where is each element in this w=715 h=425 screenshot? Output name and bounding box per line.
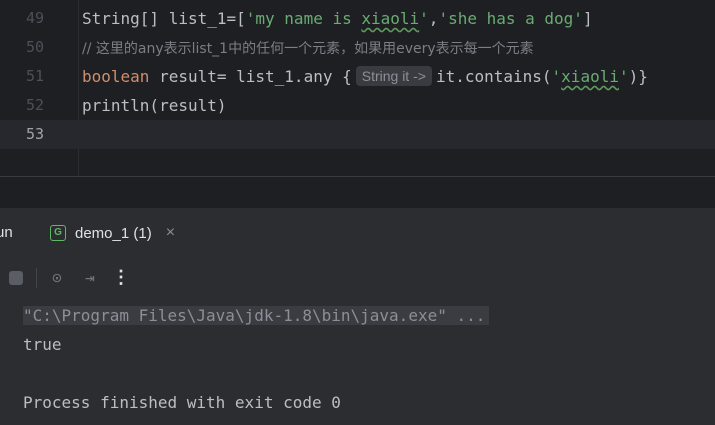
code-token: ' [551,67,562,86]
code-token: 'my name is [245,9,362,28]
code-token: it.contains( [435,67,552,86]
code-line[interactable]: 50 // 这里的any表示list_1中的任何一个元素，如果用every表示每一… [0,33,715,62]
code-token: result= list_1.any { [149,67,352,86]
exit-icon[interactable]: ⇥ [80,268,100,288]
code-token: boolean [82,67,150,86]
console-toolbar: ⊙ ⇥ ⋮ [0,258,715,298]
tool-window-title[interactable]: un [0,208,13,258]
code-token: , [428,9,439,28]
code-token: ' [618,67,629,86]
console-exit-message: Process finished with exit code 0 [23,393,341,412]
tab-demo-1[interactable]: G demo_1 (1) × [50,208,175,258]
parameter-hint: String it -> [355,66,432,86]
console-output[interactable]: "C:\Program Files\Java\jdk-1.8\bin\java.… [0,298,715,425]
line-number: 50 [25,38,44,56]
line-number: 53 [25,125,44,143]
editor-bottom-area [0,176,715,207]
stop-icon[interactable] [9,271,23,285]
code-line[interactable]: 51 boolean result= list_1.any {String it … [0,62,715,91]
toolbar-divider [36,268,37,288]
code-text: String[] list_1=['my name is xiaoli','sh… [82,4,593,33]
code-editor[interactable]: 49 String[] list_1=['my name is xiaoli','… [0,0,715,176]
code-line[interactable]: 49 String[] list_1=['my name is xiaoli','… [0,4,715,33]
code-token: xiaoli [561,67,619,86]
code-token: println(result) [82,96,227,115]
code-text: println(result) [82,91,227,120]
line-number: 51 [25,67,44,85]
code-token: 'she has a dog' [438,9,583,28]
camera-icon[interactable]: ⊙ [47,268,67,288]
code-text: // 这里的any表示list_1中的任何一个元素，如果用every表示每一个元… [82,33,534,64]
more-vertical-icon[interactable]: ⋮ [112,266,130,290]
groovy-file-icon: G [50,225,66,241]
code-token: )} [628,67,648,86]
run-tool-window-header: un G demo_1 (1) × [0,207,715,258]
code-line[interactable]: 52 println(result) [0,91,715,120]
code-token: ' [419,9,429,28]
console-command-line: "C:\Program Files\Java\jdk-1.8\bin\java.… [23,306,490,325]
code-token: String[] list_1=[ [82,9,246,28]
tab-label: demo_1 (1) [75,224,152,242]
code-token: xiaoli [361,9,420,28]
close-icon[interactable]: × [166,224,175,242]
code-line[interactable]: 53 [0,120,715,149]
code-text: boolean result= list_1.any {String it ->… [82,62,648,91]
console-result: true [23,335,62,354]
line-number: 49 [25,9,44,27]
code-token: ] [582,9,593,28]
code-token: // 这里的any表示list_1中的任何一个元素，如果用every表示每一个元… [82,41,534,57]
line-number: 52 [25,96,44,114]
